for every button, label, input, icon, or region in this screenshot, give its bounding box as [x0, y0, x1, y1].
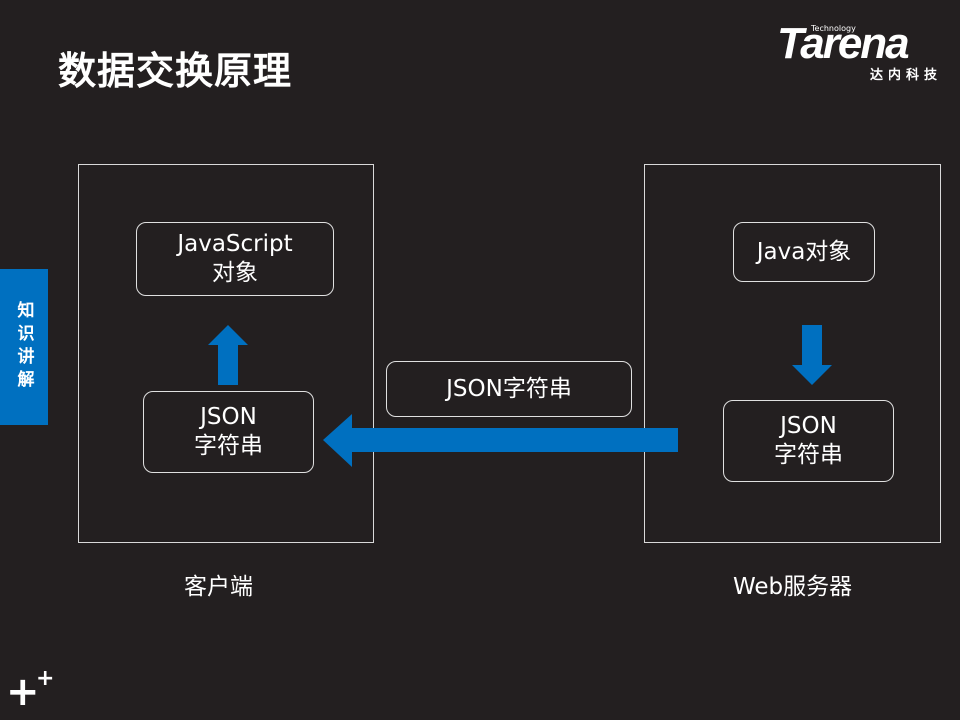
plus-icon: + — [6, 669, 40, 715]
server-label: Web服务器 — [733, 574, 853, 600]
arrows-layer — [208, 325, 832, 467]
up-arrow — [208, 325, 248, 385]
client-label: 客户端 — [184, 574, 253, 600]
left-arrow — [323, 414, 678, 467]
down-arrow — [792, 325, 832, 385]
small-plus-icon: + — [36, 666, 55, 691]
